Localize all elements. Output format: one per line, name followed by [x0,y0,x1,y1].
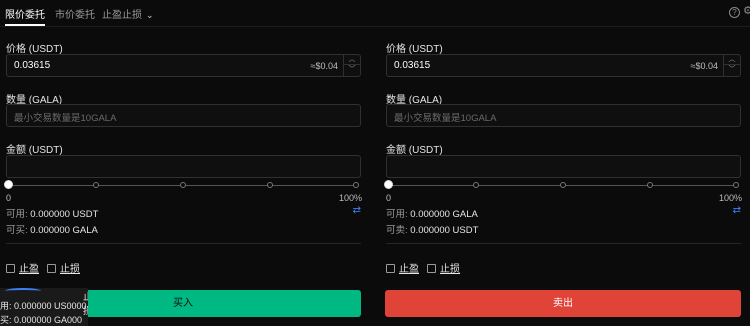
sell-button[interactable]: 卖出 [385,290,741,317]
buy-price-label: 价格 (USDT) [6,44,63,55]
sell-price-label: 价格 (USDT) [386,44,443,55]
slider-step-75[interactable] [647,182,653,188]
slider-step-100[interactable] [733,182,739,188]
sell-take-profit-label: 止盈 [399,264,419,275]
floating-popup: 止损 用: 0.000000 US0000 买: 0.000000 GA000 [0,288,88,326]
sell-slider-min: 0 [386,193,392,203]
buy-can-buy-value: 0.000000 GALA [30,225,98,236]
settings-icon[interactable]: ⚙ [743,4,750,17]
buy-can-buy-label: 可买: [6,225,31,236]
slider-step-50[interactable] [180,182,186,188]
sell-divider [386,243,741,244]
checkbox-box [47,264,56,273]
sell-price-approx: ≈$0.04 [690,61,718,71]
slider-step-50[interactable] [560,182,566,188]
slider-step-75[interactable] [267,182,273,188]
sell-price-input[interactable]: 0.03615 ≈$0.04 ︿ ﹀ [386,54,741,77]
sell-can-sell-value: 0.000000 USDT [410,225,479,236]
sell-available-label: 可用: [386,209,411,220]
checkbox-box [427,264,436,273]
buy-price-input[interactable]: 0.03615 ≈$0.04 ︿ ﹀ [6,54,361,77]
checkbox-box [386,264,395,273]
buy-amount-input[interactable] [6,155,361,178]
sell-qty-placeholder: 最小交易数量是10GALA [394,113,497,124]
buy-can-buy: 可买: 0.000000 GALA [6,222,98,236]
sell-qty-input[interactable]: 最小交易数量是10GALA [386,104,741,127]
sell-amount-input[interactable] [386,155,741,178]
buy-price-stepper: ︿ ﹀ [343,55,360,76]
sell-stop-loss-label: 止损 [440,264,460,275]
buy-price-approx: ≈$0.04 [310,61,338,71]
sell-available-value: 0.000000 GALA [410,209,478,220]
sell-slider-max: 100% [718,193,742,203]
buy-divider [6,243,361,244]
sell-panel: 价格 (USDT) 0.03615 ≈$0.04 ︿ ﹀ 数量 (GALA) 最… [380,0,742,326]
buy-available-label: 可用: [6,209,31,220]
slider-thumb[interactable] [4,180,13,189]
sell-stop-loss-checkbox[interactable]: 止损 [427,260,460,275]
checkbox-box [6,264,15,273]
buy-percent-slider[interactable] [4,180,359,189]
buy-amount-label: 金额 (USDT) [6,145,63,156]
buy-panel: 价格 (USDT) 0.03615 ≈$0.04 ︿ ﹀ 数量 (GALA) 最… [0,0,362,326]
buy-slider-min: 0 [6,193,12,203]
buy-take-profit-checkbox[interactable]: 止盈 [6,260,39,275]
sell-can-sell: 可卖: 0.000000 USDT [386,222,478,236]
slider-step-25[interactable] [93,182,99,188]
buy-slider-max: 100% [338,193,362,203]
buy-stop-loss-checkbox[interactable]: 止损 [47,260,80,275]
loading-arc-icon [5,288,41,294]
buy-take-profit-label: 止盈 [19,264,39,275]
popup-line-2: 买: 0.000000 GA000 [0,315,83,325]
sell-price-value: 0.03615 [394,60,431,71]
popup-line-1: 用: 0.000000 US0000 [0,301,87,311]
sell-take-profit-checkbox[interactable]: 止盈 [386,260,419,275]
buy-available-value: 0.000000 USDT [30,209,99,220]
stepper-up-icon[interactable]: ︿ [344,55,360,65]
swap-icon[interactable]: ⇄ [353,205,361,216]
sell-percent-slider[interactable] [384,180,739,189]
swap-icon[interactable]: ⇄ [733,205,741,216]
buy-price-value: 0.03615 [14,60,51,71]
stepper-up-icon[interactable]: ︿ [724,55,740,65]
buy-available: 可用: 0.000000 USDT [6,206,98,220]
sell-available: 可用: 0.000000 GALA [386,206,478,220]
slider-thumb[interactable] [384,180,393,189]
buy-qty-input[interactable]: 最小交易数量是10GALA [6,104,361,127]
buy-qty-placeholder: 最小交易数量是10GALA [14,113,117,124]
buy-stop-loss-label: 止损 [60,264,80,275]
slider-step-100[interactable] [353,182,359,188]
sell-price-stepper: ︿ ﹀ [723,55,740,76]
sell-can-sell-label: 可卖: [386,225,411,236]
stepper-down-icon[interactable]: ﹀ [344,65,360,75]
slider-step-25[interactable] [473,182,479,188]
sell-amount-label: 金额 (USDT) [386,145,443,156]
stepper-down-icon[interactable]: ﹀ [724,65,740,75]
